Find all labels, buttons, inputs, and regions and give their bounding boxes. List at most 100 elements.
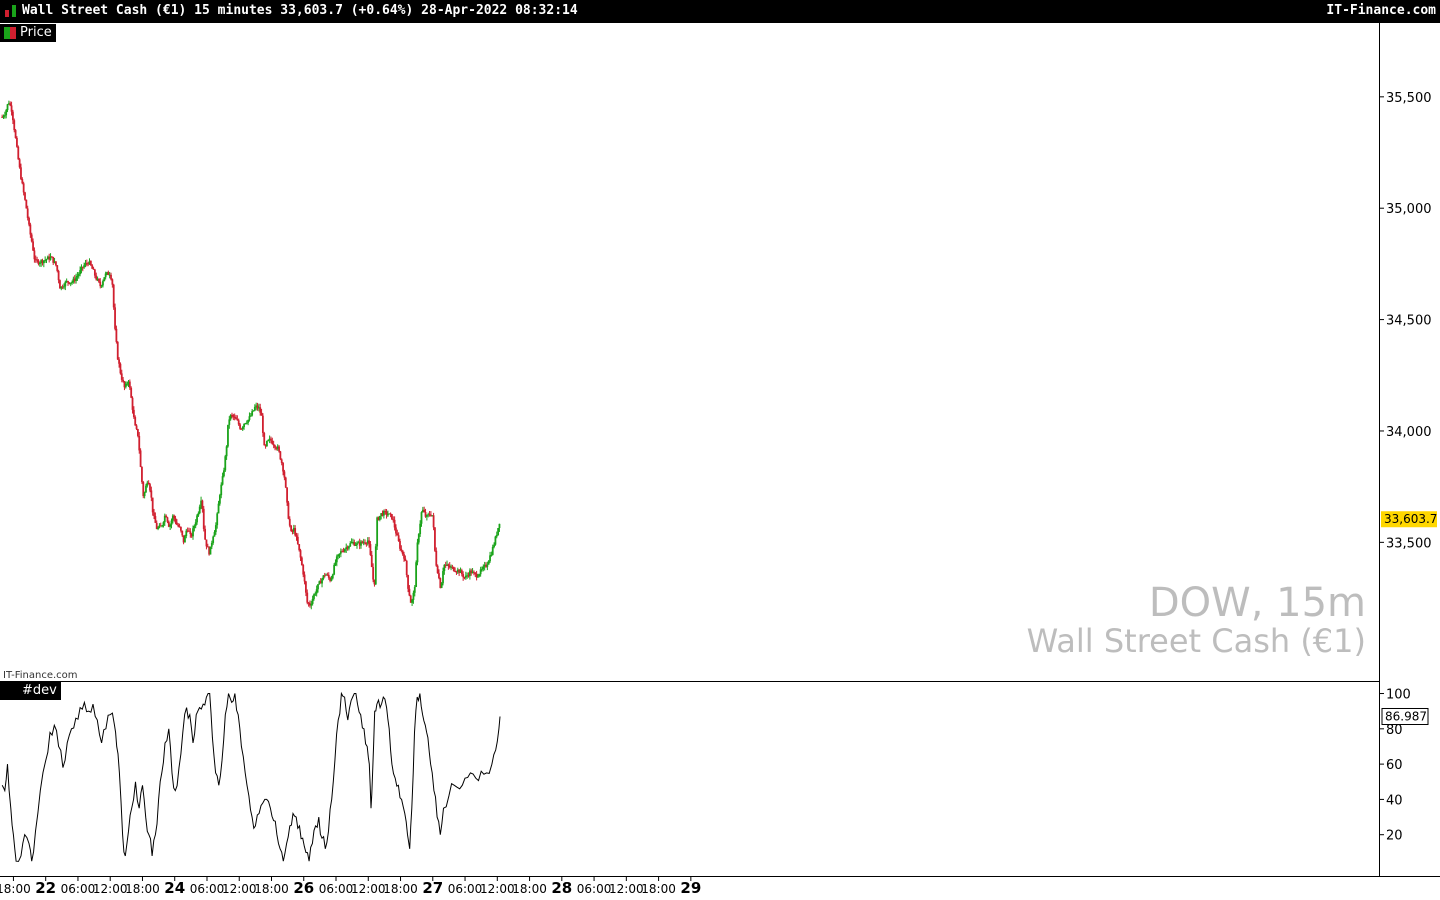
candle-body xyxy=(45,259,48,261)
candle-body xyxy=(217,503,220,514)
candle-body xyxy=(290,525,293,532)
candle-body xyxy=(24,192,26,200)
candle-body xyxy=(149,484,151,491)
candle-body xyxy=(170,520,173,525)
candle-body xyxy=(5,110,8,116)
candle-body xyxy=(338,553,341,555)
candle-body xyxy=(32,241,34,251)
candle-body xyxy=(315,589,318,594)
candle-body xyxy=(141,466,143,482)
candle-body xyxy=(400,548,403,551)
time-tick-label: 12:00 xyxy=(351,882,386,896)
candle-body xyxy=(110,274,112,280)
candle-body xyxy=(378,515,381,520)
candle-body xyxy=(401,550,404,555)
candle-body xyxy=(173,515,176,519)
candle-body xyxy=(494,536,497,545)
candle-body xyxy=(386,514,389,516)
time-tick-label: 12:00 xyxy=(480,882,515,896)
time-tick-label: 26 xyxy=(293,879,314,897)
candle-body xyxy=(64,281,67,287)
candle-body xyxy=(212,536,215,543)
candle-body xyxy=(474,572,477,575)
candle-body xyxy=(161,525,163,527)
candle-body xyxy=(14,130,17,138)
time-tick-label: 06:00 xyxy=(577,882,612,896)
candle-body xyxy=(126,383,129,385)
candle-body xyxy=(419,523,422,535)
candle-body xyxy=(442,571,444,584)
candle-body xyxy=(305,581,307,593)
candle-body xyxy=(487,561,490,565)
candle-body xyxy=(416,542,419,563)
candle-body xyxy=(9,103,12,106)
candle-body xyxy=(403,554,405,559)
candle-body xyxy=(204,528,207,540)
candle-body xyxy=(18,159,21,168)
candle-body xyxy=(267,439,270,441)
candle-body xyxy=(118,359,120,364)
candle-body xyxy=(33,250,36,260)
brand-label: IT-Finance.com xyxy=(1326,3,1436,18)
candle-body xyxy=(13,120,16,131)
candle-body xyxy=(3,115,6,117)
candle-body xyxy=(395,527,397,534)
candle-body xyxy=(36,259,38,261)
price-tick-label: 35,000 xyxy=(1386,202,1432,217)
candle-body xyxy=(462,574,465,578)
candle-body xyxy=(157,527,159,529)
candle-body xyxy=(436,565,439,574)
candle-body xyxy=(263,432,266,446)
candle-body xyxy=(235,417,237,420)
time-tick-label: 29 xyxy=(680,879,701,897)
time-tick-label: 06:00 xyxy=(61,882,96,896)
candle-body xyxy=(138,435,141,451)
candle-body xyxy=(489,555,491,562)
candle-body xyxy=(495,535,498,537)
candle-body xyxy=(313,594,315,599)
candle-body xyxy=(232,415,235,417)
candle-body xyxy=(114,307,116,329)
candle-body xyxy=(284,477,287,488)
candle-body xyxy=(67,281,69,283)
candle-body xyxy=(417,534,420,543)
last-price-label: 33,603.7 xyxy=(1384,512,1437,526)
candle-body xyxy=(111,279,114,285)
time-tick-label: 06:00 xyxy=(319,882,354,896)
candle-body xyxy=(259,407,262,413)
candle-body xyxy=(201,500,204,509)
dev-tick-label: 40 xyxy=(1386,793,1403,808)
candle-body xyxy=(241,427,244,430)
candle-body xyxy=(26,208,29,218)
candle-body xyxy=(198,506,201,514)
dev-legend[interactable]: #dev xyxy=(0,682,61,700)
chart-title: Wall Street Cash (€1) 15 minutes 33,603.… xyxy=(22,3,578,18)
candle-body xyxy=(343,549,346,552)
candle-body xyxy=(473,571,475,573)
time-tick-label: 27 xyxy=(422,879,443,897)
candle-body xyxy=(397,535,400,542)
candle-body xyxy=(218,495,221,504)
candle-body xyxy=(356,543,358,545)
dev-last-label: 86.987 xyxy=(1385,709,1427,723)
candle-body xyxy=(130,387,133,398)
candle-body xyxy=(165,515,168,518)
candle-body xyxy=(115,328,118,342)
dev-tick-label: 100 xyxy=(1386,688,1411,703)
candle-body xyxy=(29,224,32,235)
candle-body xyxy=(25,199,28,209)
candle-body xyxy=(434,527,436,551)
candle-body xyxy=(132,409,135,418)
candle-body xyxy=(425,515,428,517)
price-legend[interactable]: Price xyxy=(0,24,56,42)
candle-body xyxy=(330,578,333,581)
candle-body xyxy=(486,564,489,567)
candle-body xyxy=(365,543,368,545)
candle-body xyxy=(435,550,438,566)
candle-body xyxy=(245,422,248,424)
candle-body xyxy=(272,444,275,446)
dev-legend-label: #dev xyxy=(22,683,57,698)
candle-body xyxy=(251,411,254,416)
candle-body xyxy=(399,541,401,549)
candle-body xyxy=(57,270,60,281)
